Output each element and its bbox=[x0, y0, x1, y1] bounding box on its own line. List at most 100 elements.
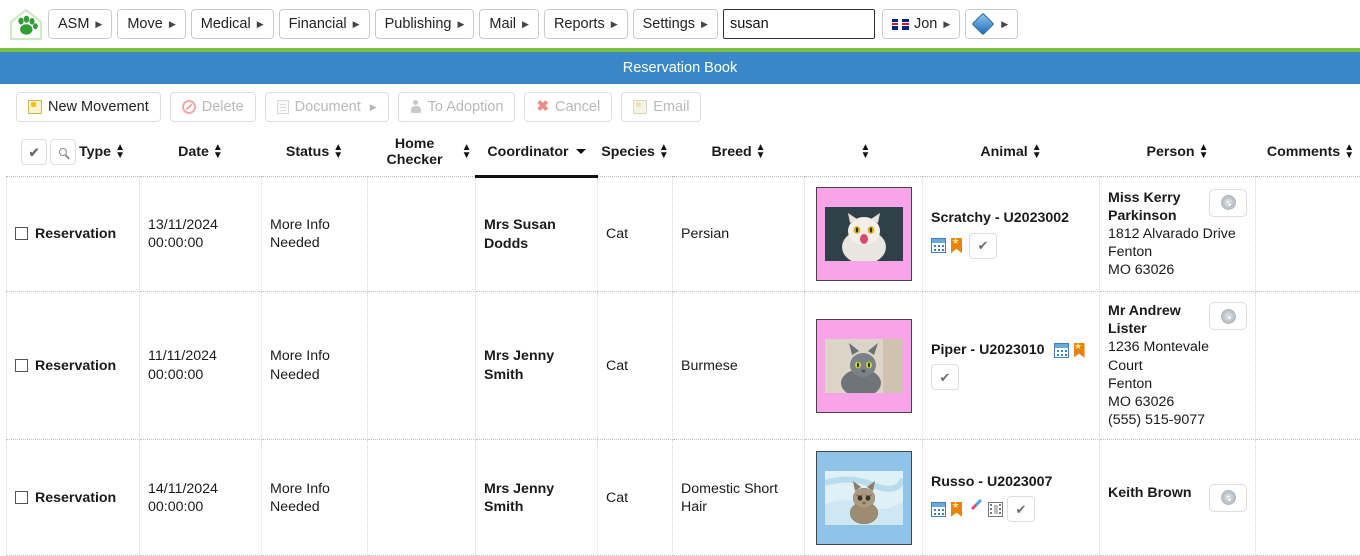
sort-arrows-icon: ▲ ▼ bbox=[115, 142, 125, 161]
sort-arrows-icon: ▲ ▼ bbox=[658, 142, 669, 161]
select-all-button[interactable]: ✔ bbox=[21, 139, 48, 165]
animal-name-link[interactable]: Scratchy - U2023002 bbox=[931, 210, 1069, 226]
nav-menu-mail[interactable]: Mail ▶ bbox=[479, 9, 539, 39]
confirm-button[interactable]: ✔ bbox=[1007, 496, 1035, 523]
chevron-right-icon: ▶ bbox=[256, 18, 264, 29]
animal-photo[interactable] bbox=[815, 318, 912, 413]
row-checkbox[interactable] bbox=[15, 491, 28, 505]
column-header-animal[interactable]: Animal ▲ ▼ bbox=[922, 130, 1100, 177]
cell-photo[interactable] bbox=[804, 439, 923, 556]
person-name-link[interactable]: Mr Andrew Lister bbox=[1108, 302, 1201, 338]
nav-menu-reports[interactable]: Reports ▶ bbox=[543, 9, 628, 39]
person-name-link[interactable]: Keith Brown bbox=[1108, 484, 1201, 502]
animal-photo[interactable] bbox=[815, 187, 912, 281]
email-button[interactable]: Email bbox=[621, 92, 702, 122]
top-navigation-bar: ASM ▶ Move ▶ Medical ▶ Financial ▶ Publi… bbox=[0, 0, 1360, 48]
column-header-type[interactable]: ✔ Type ▲ ▼ bbox=[6, 130, 140, 177]
calendar-icon[interactable] bbox=[1053, 342, 1069, 358]
cell-breed: Domestic Short Hair bbox=[672, 439, 805, 556]
animal-photo[interactable] bbox=[815, 450, 912, 545]
column-header-species[interactable]: Species ▲ ▼ bbox=[597, 130, 673, 177]
column-header-coordinator[interactable]: Coordinator bbox=[475, 130, 598, 178]
confirm-button[interactable]: ✔ bbox=[969, 232, 997, 259]
cell-date: 11/11/2024 00:00:00 bbox=[139, 291, 262, 441]
confirm-button[interactable]: ✔ bbox=[931, 364, 959, 391]
animal-name-link[interactable]: Piper - U2023010 bbox=[931, 342, 1045, 358]
sort-arrows-icon: ▲ ▼ bbox=[333, 142, 344, 161]
delete-label: Delete bbox=[201, 99, 244, 115]
cancel-button[interactable]: ✖ Cancel bbox=[524, 92, 613, 122]
chevron-right-icon: ▶ bbox=[522, 18, 529, 29]
nav-menu-financial[interactable]: Financial ▶ bbox=[278, 9, 370, 39]
document-button[interactable]: Document ▶ bbox=[264, 92, 389, 122]
nav-menu-settings[interactable]: Settings ▶ bbox=[632, 9, 718, 39]
cell-type: Reservation bbox=[6, 439, 140, 556]
search-input[interactable] bbox=[722, 9, 875, 39]
column-header-home-checker[interactable]: Home Checker ▲ ▼ bbox=[367, 130, 476, 177]
bookmark-star-icon[interactable] bbox=[950, 236, 965, 253]
nav-menu-publishing[interactable]: Publishing ▶ bbox=[374, 9, 475, 39]
animal-icon-row: ✔ bbox=[931, 496, 1091, 523]
table-row[interactable]: Reservation 14/11/2024 00:00:00 More Inf… bbox=[6, 439, 1360, 556]
animal-action-row: ✔ bbox=[931, 364, 1091, 391]
filter-button[interactable] bbox=[50, 139, 77, 165]
nav-menu-medical[interactable]: Medical ▶ bbox=[190, 9, 274, 39]
user-menu-jon[interactable]: Jon ▶ bbox=[881, 9, 961, 39]
sort-arrows-icon: ▲ ▼ bbox=[1031, 142, 1042, 161]
cancel-label: Cancel bbox=[555, 99, 601, 115]
table-row[interactable]: Reservation 11/11/2024 00:00:00 More Inf… bbox=[6, 291, 1360, 441]
cell-status: More Info Needed bbox=[261, 439, 368, 556]
column-header-date[interactable]: Date ▲ ▼ bbox=[139, 130, 262, 177]
person-name-link[interactable]: Miss Kerry Parkinson bbox=[1108, 189, 1201, 225]
chevron-right-icon: ▶ bbox=[943, 18, 951, 29]
cell-photo[interactable] bbox=[804, 291, 923, 441]
media-button[interactable] bbox=[1209, 483, 1247, 512]
asm-logo[interactable] bbox=[4, 4, 48, 44]
animal-name-link[interactable]: Russo - U2023007 bbox=[931, 474, 1052, 490]
table-row[interactable]: Reservation 13/11/2024 00:00:00 More Inf… bbox=[6, 176, 1360, 292]
calendar-icon[interactable] bbox=[931, 238, 946, 254]
person-icon bbox=[410, 100, 422, 114]
gem-icon bbox=[971, 12, 995, 36]
cell-date: 13/11/2024 00:00:00 bbox=[139, 176, 262, 292]
document-icon bbox=[276, 100, 289, 114]
bookmark-star-icon[interactable] bbox=[950, 500, 965, 517]
cell-date: 14/11/2024 00:00:00 bbox=[139, 439, 262, 556]
sort-descending-icon bbox=[575, 149, 586, 154]
animal-icon-row bbox=[1053, 341, 1088, 358]
cell-coordinator: Mrs Susan Dodds bbox=[475, 176, 598, 292]
sort-arrows-icon: ▲ ▼ bbox=[461, 142, 472, 161]
column-header-person-label: Person bbox=[1146, 144, 1195, 160]
row-checkbox[interactable] bbox=[15, 359, 28, 373]
media-button[interactable] bbox=[1209, 188, 1247, 217]
film-icon[interactable] bbox=[988, 501, 1003, 517]
pen-icon[interactable] bbox=[969, 502, 984, 517]
row-checkbox[interactable] bbox=[15, 227, 28, 241]
nav-menu-medical-label: Medical bbox=[200, 16, 251, 32]
media-button[interactable] bbox=[1209, 302, 1247, 330]
check-icon: ✔ bbox=[28, 144, 40, 160]
column-header-photo[interactable]: ▲ ▼ bbox=[804, 130, 923, 177]
magnifier-icon bbox=[59, 148, 68, 156]
cell-animal: Scratchy - U2023002 ✔ bbox=[922, 176, 1100, 292]
theme-menu-button[interactable]: ▶ bbox=[965, 9, 1019, 39]
person-address-line-3: MO 63026 bbox=[1108, 393, 1175, 410]
check-icon: ✔ bbox=[1015, 501, 1027, 517]
column-header-status[interactable]: Status ▲ ▼ bbox=[261, 130, 368, 177]
cell-status: More Info Needed bbox=[261, 176, 368, 292]
bookmark-star-icon[interactable] bbox=[1073, 341, 1088, 358]
nav-menu-move[interactable]: Move ▶ bbox=[117, 9, 186, 39]
sort-arrows-icon: ▲ ▼ bbox=[755, 142, 766, 161]
column-header-person[interactable]: Person ▲ ▼ bbox=[1099, 130, 1256, 177]
calendar-icon[interactable] bbox=[931, 501, 946, 517]
nav-menu-asm[interactable]: ASM ▶ bbox=[48, 9, 113, 39]
page-title-bar: Reservation Book bbox=[0, 52, 1360, 84]
cell-breed: Persian bbox=[672, 176, 805, 292]
column-header-breed[interactable]: Breed ▲ ▼ bbox=[672, 130, 805, 177]
column-header-comments[interactable]: Comments ▲ ▼ bbox=[1255, 130, 1360, 177]
new-movement-button[interactable]: New Movement bbox=[16, 92, 161, 122]
cell-photo[interactable] bbox=[804, 176, 923, 292]
person-address-line-3: MO 63026 bbox=[1108, 262, 1175, 279]
delete-button[interactable]: Delete bbox=[169, 92, 256, 122]
to-adoption-button[interactable]: To Adoption bbox=[397, 92, 516, 122]
